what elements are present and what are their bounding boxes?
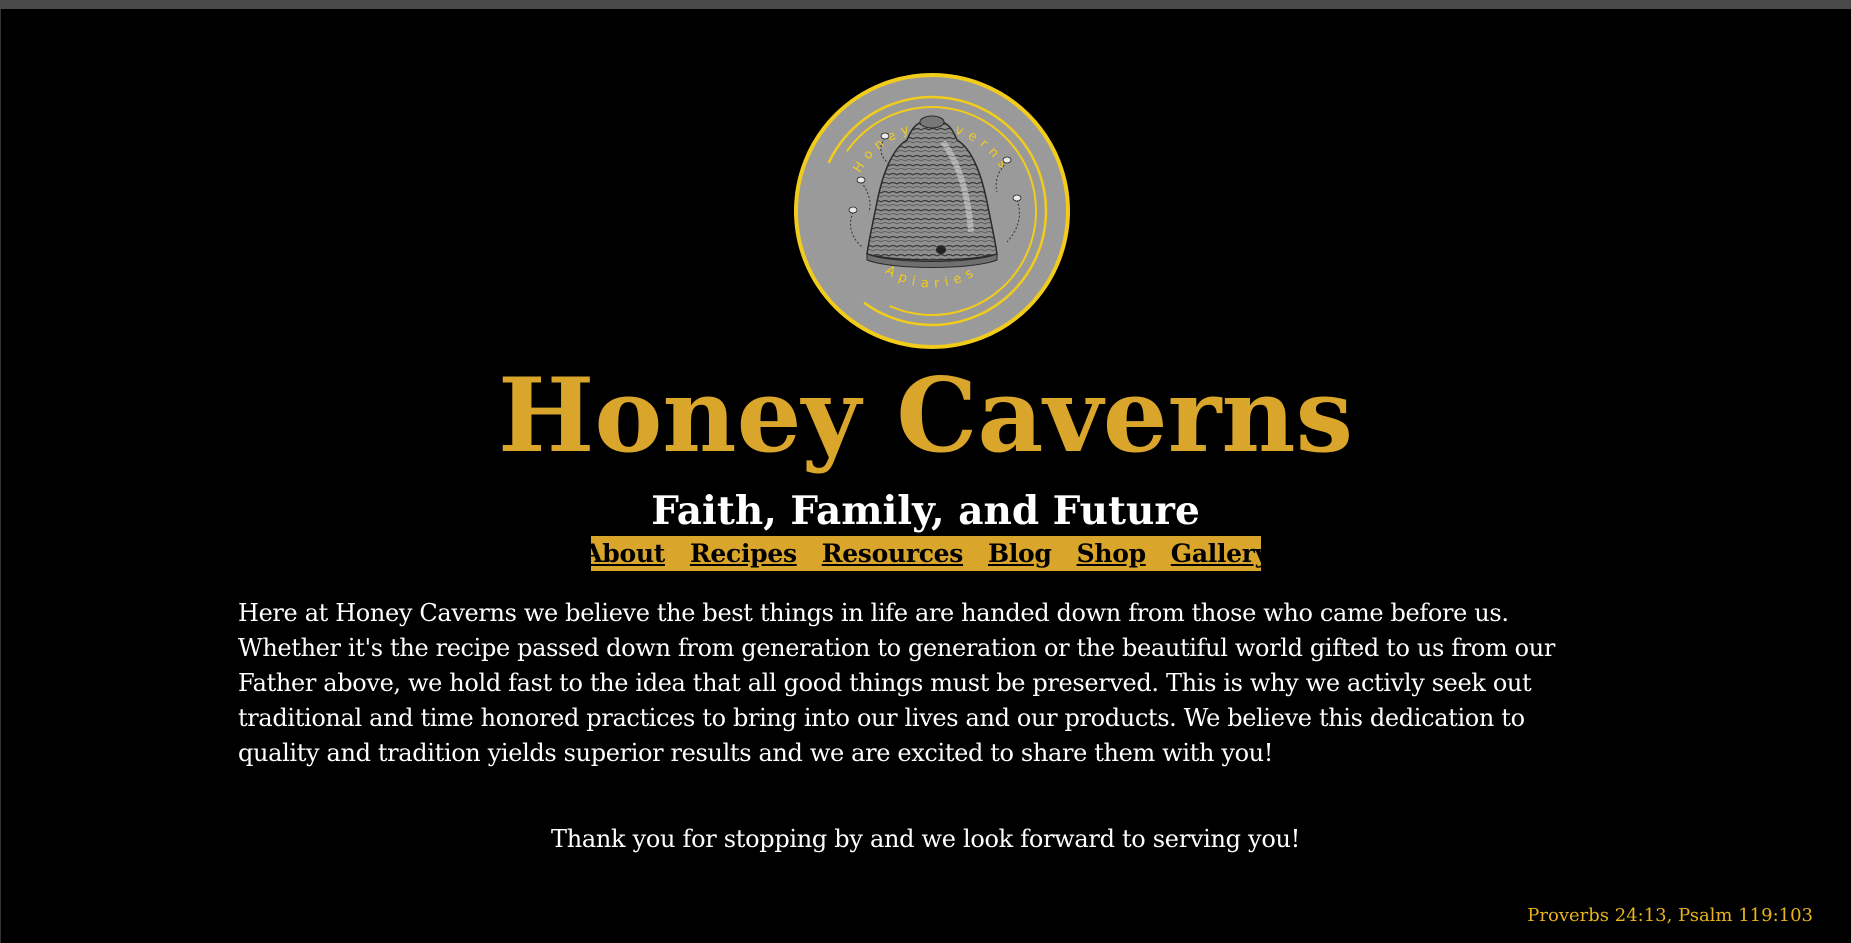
intro-paragraph: Here at Honey Caverns we believe the bes…	[238, 599, 1555, 767]
main-nav: About Recipes Resources Blog Shop Galler…	[583, 536, 1269, 571]
site-title: Honey Caverns	[498, 356, 1353, 476]
beehive-logo-icon: Honey Caverns Apiaries	[794, 73, 1070, 349]
nav-item-resources[interactable]: Resources	[822, 536, 964, 571]
nav-item-gallery[interactable]: Gallery	[1171, 536, 1269, 571]
nav-item-recipes[interactable]: Recipes	[690, 536, 797, 571]
nav-item-shop[interactable]: Shop	[1077, 536, 1146, 571]
browser-top-bar	[0, 0, 1851, 9]
thank-you-message: Thank you for stopping by and we look fo…	[551, 825, 1300, 853]
site-tagline: Faith, Family, and Future	[651, 488, 1200, 534]
site-logo[interactable]: Honey Caverns Apiaries	[793, 72, 1071, 350]
nav-item-blog[interactable]: Blog	[988, 536, 1052, 571]
window-edge	[0, 9, 1, 943]
bible-verse-reference: Proverbs 24:13, Psalm 119:103	[1527, 905, 1813, 926]
nav-item-about[interactable]: About	[583, 536, 665, 571]
